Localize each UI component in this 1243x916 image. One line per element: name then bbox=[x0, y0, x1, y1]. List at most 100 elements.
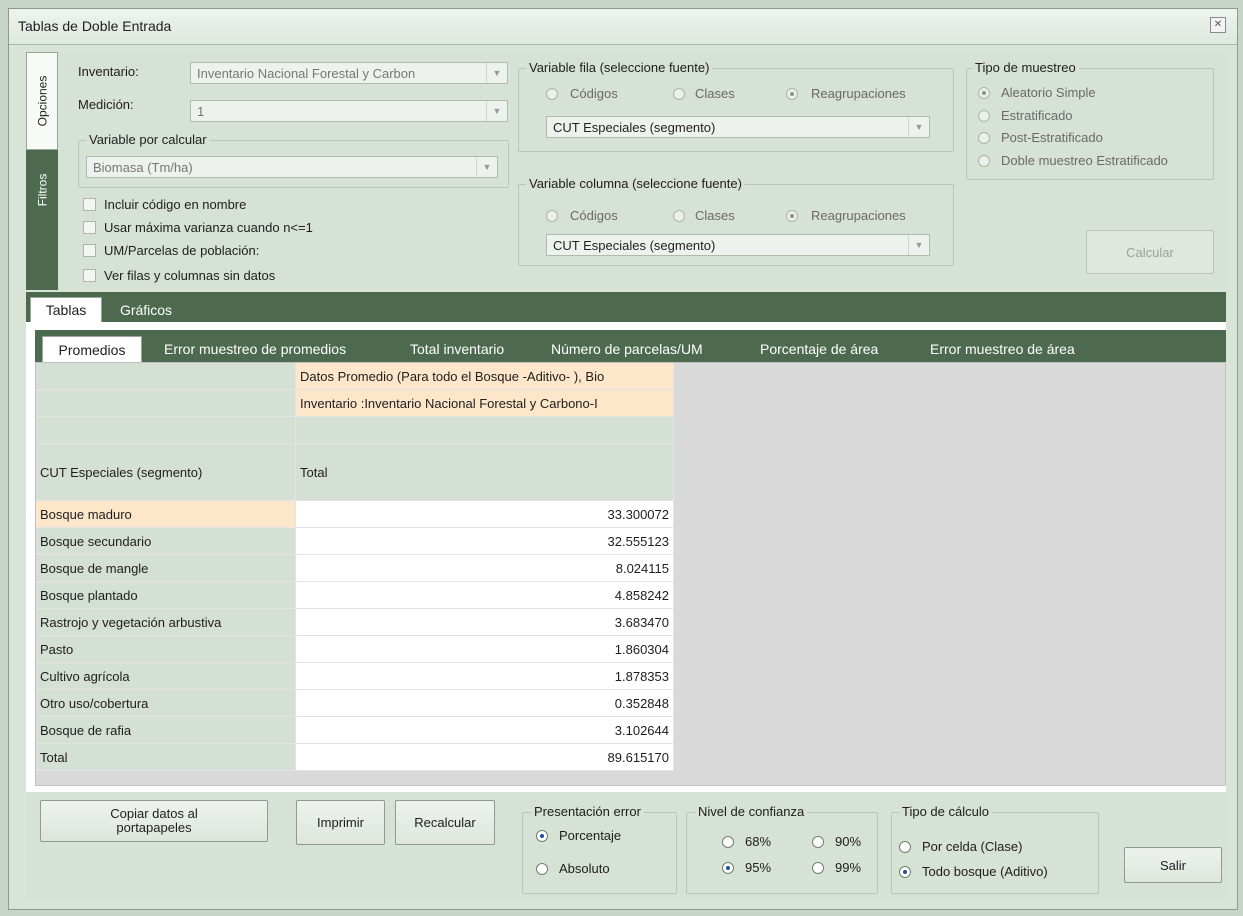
grid-header-line2: Inventario :Inventario Nacional Forestal… bbox=[296, 390, 674, 417]
chevron-down-icon: ▼ bbox=[908, 117, 929, 137]
usar-maxima-checkbox[interactable] bbox=[83, 221, 96, 234]
table-row[interactable]: Otro uso/cobertura 0.352848 bbox=[36, 690, 674, 717]
tab-promedios[interactable]: Promedios bbox=[42, 336, 142, 362]
confianza-95-radio[interactable] bbox=[722, 862, 734, 874]
chevron-down-icon: ▼ bbox=[908, 235, 929, 255]
window-title: Tablas de Doble Entrada bbox=[18, 18, 172, 34]
row-value: 3.102644 bbox=[296, 717, 674, 744]
columna-reagrupaciones-radio[interactable] bbox=[786, 210, 798, 222]
todo-bosque-label: Todo bosque (Aditivo) bbox=[922, 864, 1048, 879]
fila-reagrupaciones-radio[interactable] bbox=[786, 88, 798, 100]
close-button[interactable]: ✕ bbox=[1210, 17, 1226, 33]
tab-graficos[interactable]: Gráficos bbox=[110, 297, 182, 322]
columna-reagrupaciones-label: Reagrupaciones bbox=[811, 208, 906, 223]
tipo-calculo-title: Tipo de cálculo bbox=[899, 804, 992, 819]
row-label: Bosque de mangle bbox=[36, 555, 296, 582]
nivel-confianza-title: Nivel de confianza bbox=[695, 804, 808, 819]
row-label: Bosque plantado bbox=[36, 582, 296, 609]
table-row[interactable]: Total 89.615170 bbox=[36, 744, 674, 771]
salir-button[interactable]: Salir bbox=[1124, 847, 1222, 883]
table-row[interactable]: Cultivo agrícola 1.878353 bbox=[36, 663, 674, 690]
confianza-68-radio[interactable] bbox=[722, 836, 734, 848]
muestreo-aleatorio-label: Aleatorio Simple bbox=[1001, 85, 1096, 100]
fila-clases-radio[interactable] bbox=[673, 88, 685, 100]
tab-porcentaje-area[interactable]: Porcentaje de área bbox=[760, 336, 878, 362]
confianza-90-label: 90% bbox=[835, 834, 862, 849]
usar-maxima-label: Usar máxima varianza cuando n<=1 bbox=[104, 220, 313, 235]
presentacion-error-group bbox=[522, 812, 677, 894]
muestreo-estratificado-radio[interactable] bbox=[978, 110, 990, 122]
row-value: 0.352848 bbox=[296, 690, 674, 717]
row-label: Pasto bbox=[36, 636, 296, 663]
tab-numero-parcelas[interactable]: Número de parcelas/UM bbox=[551, 336, 703, 362]
variable-fila-combo[interactable]: CUT Especiales (segmento) ▼ bbox=[546, 116, 930, 138]
muestreo-doble-label: Doble muestreo Estratificado bbox=[1001, 153, 1168, 168]
table-row[interactable]: Bosque secundario 32.555123 bbox=[36, 528, 674, 555]
muestreo-doble-radio[interactable] bbox=[978, 155, 990, 167]
columna-clases-label: Clases bbox=[695, 208, 735, 223]
fila-clases-label: Clases bbox=[695, 86, 735, 101]
um-parcelas-checkbox[interactable] bbox=[83, 244, 96, 257]
columna-clases-radio[interactable] bbox=[673, 210, 685, 222]
tab-filtros[interactable]: Filtros bbox=[26, 150, 58, 230]
variable-fila-title: Variable fila (seleccione fuente) bbox=[526, 60, 713, 75]
recalcular-button[interactable]: Recalcular bbox=[395, 800, 495, 845]
incluir-codigo-checkbox[interactable] bbox=[83, 198, 96, 211]
tab-total-inventario[interactable]: Total inventario bbox=[410, 336, 504, 362]
copiar-portapapeles-button[interactable]: Copiar datos al portapapeles bbox=[40, 800, 268, 842]
variable-columna-combo[interactable]: CUT Especiales (segmento) ▼ bbox=[546, 234, 930, 256]
ver-filas-checkbox[interactable] bbox=[83, 269, 96, 282]
variable-calcular-combo[interactable]: Biomasa (Tm/ha) ▼ bbox=[86, 156, 498, 178]
table-row[interactable]: Rastrojo y vegetación arbustiva 3.683470 bbox=[36, 609, 674, 636]
porcentaje-radio[interactable] bbox=[536, 830, 548, 842]
table-row[interactable]: Bosque plantado 4.858242 bbox=[36, 582, 674, 609]
fila-reagrupaciones-label: Reagrupaciones bbox=[811, 86, 906, 101]
grid-corner-cell bbox=[36, 417, 296, 444]
muestreo-aleatorio-radio[interactable] bbox=[978, 87, 990, 99]
row-label: Total bbox=[36, 744, 296, 771]
grid-header-line1: Datos Promedio (Para todo el Bosque -Adi… bbox=[296, 363, 674, 390]
grid-empty-header bbox=[296, 417, 674, 444]
absoluto-label: Absoluto bbox=[559, 861, 610, 876]
tab-error-muestreo-area[interactable]: Error muestreo de área bbox=[930, 336, 1075, 362]
row-label: Bosque maduro bbox=[36, 501, 296, 528]
main-tab-strip bbox=[26, 292, 1226, 322]
imprimir-button[interactable]: Imprimir bbox=[296, 800, 385, 845]
table-row[interactable]: Bosque de mangle 8.024115 bbox=[36, 555, 674, 582]
confianza-90-radio[interactable] bbox=[812, 836, 824, 848]
chevron-down-icon: ▼ bbox=[486, 63, 507, 83]
tab-tablas[interactable]: Tablas bbox=[30, 297, 102, 322]
chevron-down-icon: ▼ bbox=[476, 157, 497, 177]
variable-columna-title: Variable columna (seleccione fuente) bbox=[526, 176, 745, 191]
title-bar bbox=[9, 9, 1237, 45]
tab-opciones[interactable]: Opciones bbox=[26, 52, 58, 150]
table-row[interactable]: Pasto 1.860304 bbox=[36, 636, 674, 663]
table-row[interactable]: Bosque de rafia 3.102644 bbox=[36, 717, 674, 744]
confianza-68-label: 68% bbox=[745, 834, 772, 849]
absoluto-radio[interactable] bbox=[536, 863, 548, 875]
todo-bosque-radio[interactable] bbox=[899, 866, 911, 878]
calcular-button[interactable]: Calcular bbox=[1086, 230, 1214, 274]
medicion-label: Medición: bbox=[78, 97, 134, 112]
inventario-combo[interactable]: Inventario Nacional Forestal y Carbon ▼ bbox=[190, 62, 508, 84]
fila-codigos-radio[interactable] bbox=[546, 88, 558, 100]
row-value: 1.860304 bbox=[296, 636, 674, 663]
row-value: 8.024115 bbox=[296, 555, 674, 582]
column-header-total: Total bbox=[296, 444, 674, 501]
row-value: 3.683470 bbox=[296, 609, 674, 636]
tab-error-muestreo-promedios[interactable]: Error muestreo de promedios bbox=[164, 336, 346, 362]
incluir-codigo-label: Incluir código en nombre bbox=[104, 197, 247, 212]
row-value: 4.858242 bbox=[296, 582, 674, 609]
confianza-99-radio[interactable] bbox=[812, 862, 824, 874]
row-value: 33.300072 bbox=[296, 501, 674, 528]
table-row[interactable]: Bosque maduro 33.300072 bbox=[36, 501, 674, 528]
muestreo-post-radio[interactable] bbox=[978, 132, 990, 144]
row-value: 89.615170 bbox=[296, 744, 674, 771]
porcentaje-label: Porcentaje bbox=[559, 828, 622, 843]
columna-codigos-radio[interactable] bbox=[546, 210, 558, 222]
medicion-combo[interactable]: 1 ▼ bbox=[190, 100, 508, 122]
row-label: Bosque de rafia bbox=[36, 717, 296, 744]
row-label: Cultivo agrícola bbox=[36, 663, 296, 690]
por-celda-radio[interactable] bbox=[899, 841, 911, 853]
close-icon: ✕ bbox=[1213, 19, 1223, 30]
